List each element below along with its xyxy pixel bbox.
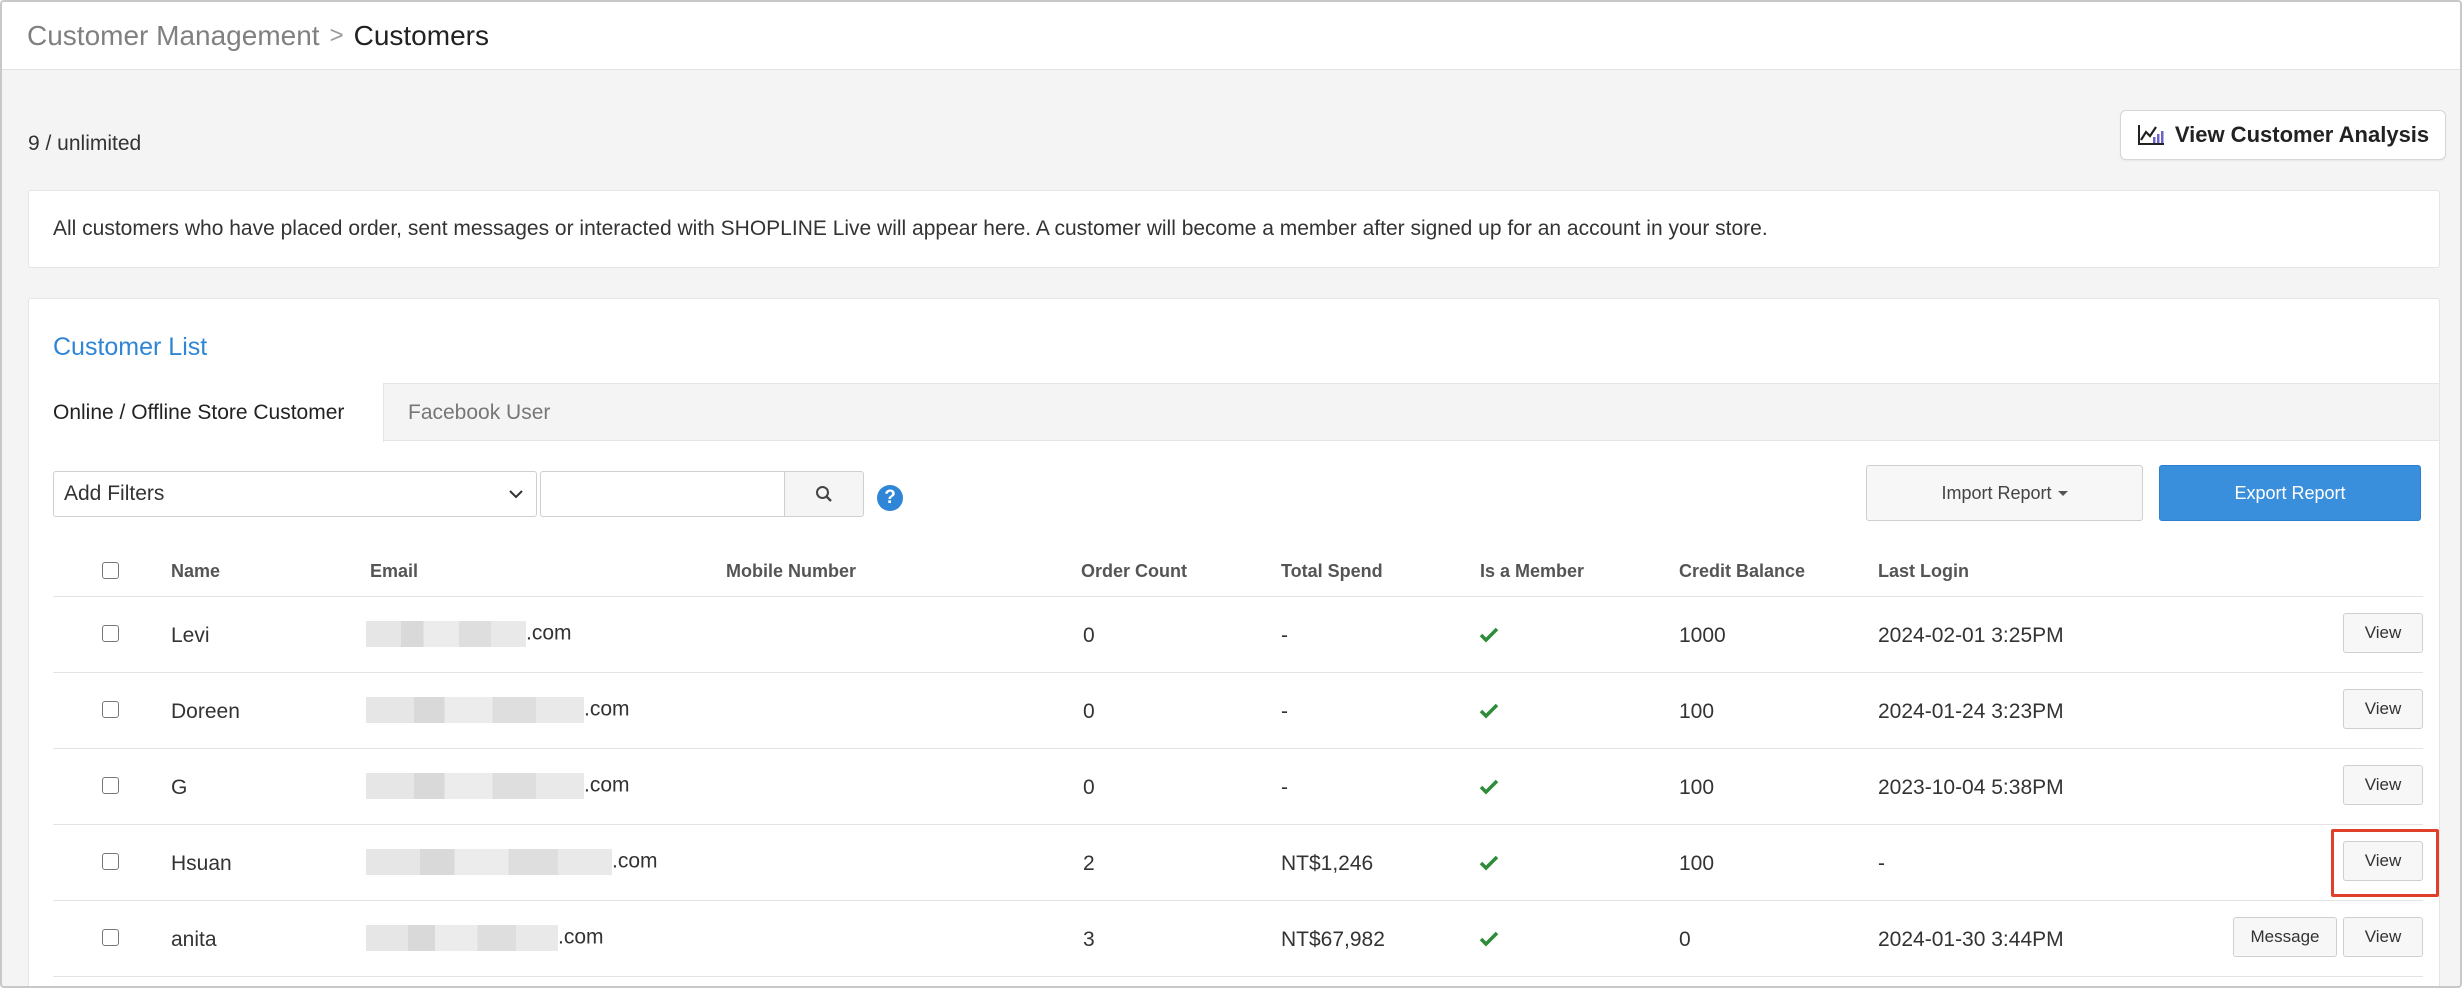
- last-login: -: [1878, 852, 1885, 875]
- column-header-email[interactable]: Email: [370, 561, 418, 582]
- redacted-email: [366, 621, 526, 647]
- message-button[interactable]: Message: [2233, 917, 2337, 957]
- chevron-down-icon: [509, 490, 523, 499]
- column-header-credit-balance[interactable]: Credit Balance: [1679, 561, 1805, 582]
- customer-name: Hsuan: [171, 852, 232, 875]
- total-spend: -: [1281, 624, 1288, 647]
- view-button[interactable]: View: [2343, 765, 2423, 805]
- customer-table: Name Email Mobile Number Order Count Tot…: [53, 545, 2439, 977]
- email-suffix: .com: [584, 773, 630, 797]
- redacted-email: [366, 925, 558, 951]
- view-customer-analysis-button[interactable]: View Customer Analysis: [2120, 110, 2446, 160]
- row-checkbox[interactable]: [102, 777, 119, 794]
- email-suffix: .com: [526, 621, 572, 645]
- table-row: Hsuan .com 2 NT$1,246 100 - View: [53, 825, 2439, 901]
- table-header: Name Email Mobile Number Order Count Tot…: [53, 545, 2423, 597]
- credit-balance: 100: [1679, 776, 1715, 799]
- tab-online-offline-store-customer[interactable]: Online / Offline Store Customer: [29, 383, 384, 442]
- import-report-button[interactable]: Import Report: [1866, 465, 2143, 521]
- last-login: 2024-01-30 3:44PM: [1878, 928, 2064, 951]
- redacted-email: [366, 697, 584, 723]
- redacted-email: [366, 849, 612, 875]
- tab-facebook-user[interactable]: Facebook User: [384, 383, 574, 442]
- view-customer-analysis-label: View Customer Analysis: [2174, 122, 2430, 147]
- search-icon: [816, 486, 832, 502]
- app-window: Customer Management > Customers 9 / unli…: [0, 0, 2462, 988]
- customer-list-title: Customer List: [53, 333, 208, 361]
- checkmark-icon: [1479, 627, 1499, 643]
- checkmark-icon: [1479, 855, 1499, 871]
- row-checkbox[interactable]: [102, 853, 119, 870]
- checkmark-icon: [1479, 779, 1499, 795]
- info-notice: All customers who have placed order, sen…: [28, 190, 2440, 268]
- tab-bar: Online / Offline Store Customer Facebook…: [29, 383, 2439, 442]
- checkmark-icon: [1479, 931, 1499, 947]
- page-title: Customers: [353, 19, 489, 51]
- total-spend: -: [1281, 700, 1288, 723]
- checkmark-icon: [1479, 703, 1499, 719]
- column-header-total-spend[interactable]: Total Spend: [1281, 561, 1383, 582]
- table-row: Doreen .com 0 - 100 2024-01-24 3:23PM Vi…: [53, 673, 2423, 749]
- order-count: 0: [1083, 776, 1095, 799]
- breadcrumb: Customer Management > Customers: [2, 2, 2460, 70]
- email-suffix: .com: [612, 849, 658, 873]
- customer-email: .com: [366, 697, 630, 723]
- row-checkbox[interactable]: [102, 625, 119, 642]
- order-count: 2: [1083, 852, 1095, 875]
- credit-balance: 100: [1679, 700, 1715, 723]
- search-input[interactable]: [540, 471, 784, 517]
- customer-email: .com: [366, 621, 572, 647]
- view-button[interactable]: View: [2343, 917, 2423, 957]
- credit-balance: 0: [1679, 928, 1691, 951]
- order-count: 0: [1083, 624, 1095, 647]
- customer-email: .com: [366, 925, 604, 951]
- total-spend: NT$1,246: [1281, 852, 1374, 875]
- customer-name: Levi: [171, 624, 210, 647]
- email-suffix: .com: [584, 697, 630, 721]
- table-row: anita .com 3 NT$67,982 0 2024-01-30 3:44…: [53, 901, 2423, 977]
- table-row: G .com 0 - 100 2023-10-04 5:38PM View: [53, 749, 2423, 825]
- email-suffix: .com: [558, 925, 604, 949]
- caret-down-icon: [2057, 490, 2068, 496]
- last-login: 2023-10-04 5:38PM: [1878, 776, 2064, 799]
- total-spend: NT$67,982: [1281, 928, 1385, 951]
- column-header-mobile[interactable]: Mobile Number: [726, 561, 856, 582]
- chart-icon: [2137, 125, 2164, 145]
- credit-balance: 1000: [1679, 624, 1726, 647]
- view-button[interactable]: View: [2343, 689, 2423, 729]
- view-button[interactable]: View: [2343, 841, 2423, 881]
- customer-name: Doreen: [171, 700, 240, 723]
- column-header-name[interactable]: Name: [171, 561, 220, 582]
- total-spend: -: [1281, 776, 1288, 799]
- row-checkbox[interactable]: [102, 701, 119, 718]
- column-header-order-count[interactable]: Order Count: [1081, 561, 1187, 582]
- customer-email: .com: [366, 849, 658, 875]
- customer-list-panel: Customer List Online / Offline Store Cus…: [28, 298, 2440, 986]
- last-login: 2024-02-01 3:25PM: [1878, 624, 2064, 647]
- customer-name: anita: [171, 928, 217, 951]
- order-count: 3: [1083, 928, 1095, 951]
- table-row: Levi .com 0 - 1000 2024-02-01 3:25PM Vie…: [53, 597, 2423, 673]
- row-checkbox[interactable]: [102, 929, 119, 946]
- column-header-last-login[interactable]: Last Login: [1878, 561, 1969, 582]
- add-filters-select[interactable]: Add Filters: [53, 471, 537, 517]
- search-button[interactable]: [784, 471, 864, 517]
- redacted-email: [366, 773, 584, 799]
- select-all-checkbox[interactable]: [102, 562, 119, 579]
- export-report-button[interactable]: Export Report: [2159, 465, 2421, 521]
- import-report-label: Import Report: [1941, 482, 2052, 503]
- customer-quota: 9 / unlimited: [28, 132, 142, 155]
- column-header-is-member[interactable]: Is a Member: [1480, 561, 1584, 582]
- last-login: 2024-01-24 3:23PM: [1878, 700, 2064, 723]
- view-button[interactable]: View: [2343, 613, 2423, 653]
- order-count: 0: [1083, 700, 1095, 723]
- customer-email: .com: [366, 773, 630, 799]
- breadcrumb-separator: >: [329, 21, 344, 49]
- breadcrumb-parent-link[interactable]: Customer Management: [27, 20, 320, 52]
- add-filters-label: Add Filters: [64, 482, 165, 505]
- credit-balance: 100: [1679, 852, 1715, 875]
- customer-name: G: [171, 776, 188, 799]
- help-icon[interactable]: ?: [877, 485, 903, 511]
